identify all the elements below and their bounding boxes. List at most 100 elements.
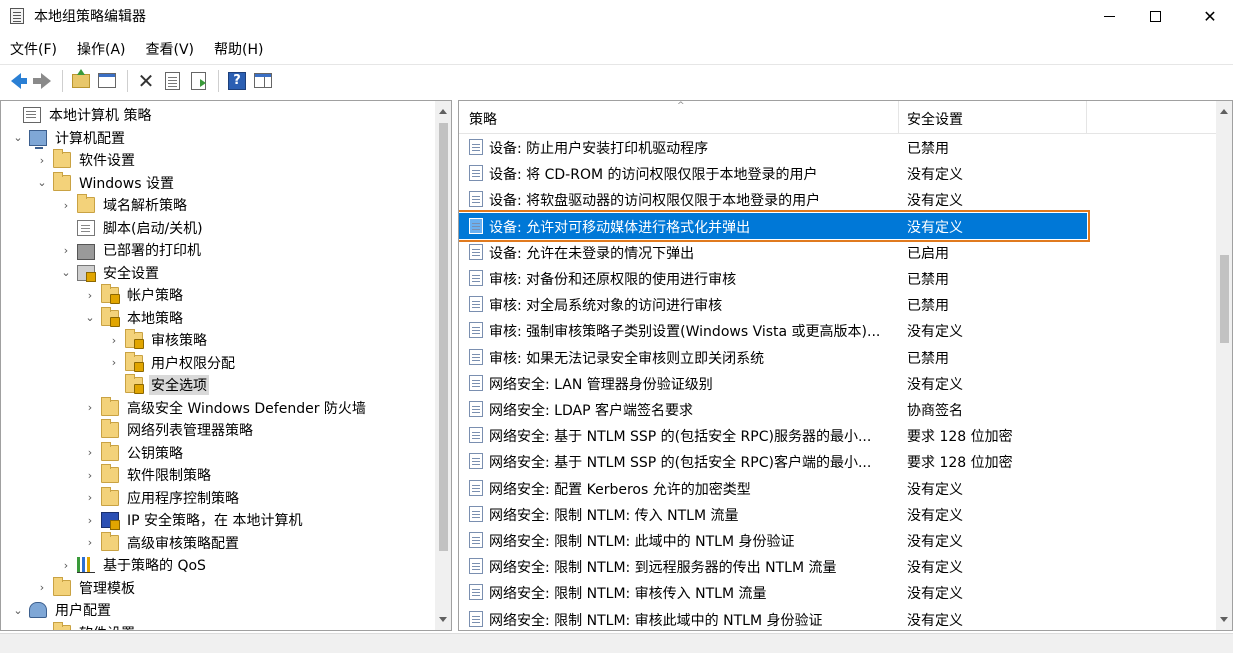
menu-action[interactable]: 操作(A) xyxy=(67,36,136,62)
tree-node[interactable]: › 已部署的打印机 xyxy=(1,239,431,261)
show-hide-tree-button[interactable] xyxy=(95,69,119,93)
tree-node[interactable]: › 管理模板 xyxy=(1,576,431,599)
chevron-right-icon[interactable]: › xyxy=(107,356,121,369)
list-vertical-scrollbar[interactable] xyxy=(1216,101,1232,630)
tree-vertical-scrollbar[interactable] xyxy=(435,101,451,630)
chevron-down-icon[interactable]: ⌄ xyxy=(35,176,49,189)
policy-row[interactable]: 设备: 允许在未登录的情况下弹出 已启用 xyxy=(459,239,1219,265)
delete-button[interactable]: ✕ xyxy=(134,69,158,93)
policy-setting-icon xyxy=(469,217,483,234)
tree-node[interactable]: 本地计算机 策略 xyxy=(1,104,431,126)
chevron-down-icon[interactable]: ⌄ xyxy=(11,131,25,144)
policy-row[interactable]: 网络安全: 限制 NTLM: 审核传入 NTLM 流量 没有定义 xyxy=(459,579,1219,605)
up-one-level-button[interactable] xyxy=(69,68,93,93)
tree-scroll-thumb[interactable] xyxy=(439,123,448,551)
toolbar: ✕ ? xyxy=(0,64,1233,96)
tree-node[interactable]: › IP 安全策略，在 本地计算机 xyxy=(1,509,431,531)
chevron-right-icon[interactable]: › xyxy=(35,154,49,167)
maximize-button[interactable] xyxy=(1132,0,1178,32)
chevron-down-icon[interactable]: ⌄ xyxy=(59,266,73,279)
tree-node[interactable]: › 帐户策略 xyxy=(1,284,431,306)
export-list-icon xyxy=(190,71,206,90)
close-button[interactable]: ✕ xyxy=(1187,0,1233,32)
tree-node[interactable]: › 高级审核策略配置 xyxy=(1,531,431,554)
chevron-down-icon[interactable]: ⌄ xyxy=(11,604,25,617)
chevron-right-icon[interactable]: › xyxy=(59,244,73,257)
tree-node[interactable]: › 审核策略 xyxy=(1,329,431,351)
column-header-security-setting[interactable]: 安全设置 xyxy=(907,109,963,129)
policy-security-setting: 已禁用 xyxy=(907,350,949,367)
menu-file[interactable]: 文件(F) xyxy=(0,36,67,62)
policy-row[interactable]: 设备: 将 CD-ROM 的访问权限仅限于本地登录的用户 没有定义 xyxy=(459,160,1219,186)
details-pane: ^ 策略 安全设置 设备: 防止用户安装打印机驱动程序 已禁用 设备: 将 CD-R… xyxy=(458,100,1233,631)
policy-row[interactable]: 网络安全: 限制 NTLM: 此域中的 NTLM 身份验证 没有定义 xyxy=(459,527,1219,553)
help-button[interactable]: ? xyxy=(225,69,249,93)
chevron-right-icon[interactable]: › xyxy=(59,559,73,572)
menu-view[interactable]: 查看(V) xyxy=(136,36,205,62)
tree-node[interactable]: › 用户权限分配 xyxy=(1,351,431,374)
tree-node[interactable]: 脚本(启动/关机) xyxy=(1,217,431,239)
menu-help[interactable]: 帮助(H) xyxy=(204,36,273,62)
tree-node[interactable]: › 应用程序控制策略 xyxy=(1,486,431,509)
policy-row[interactable]: 设备: 允许对可移动媒体进行格式化并弹出 没有定义 xyxy=(459,209,1090,242)
policy-row[interactable]: 网络安全: 基于 NTLM SSP 的(包括安全 RPC)服务器的最小... 要求… xyxy=(459,422,1219,448)
list-scroll-thumb[interactable] xyxy=(1220,255,1229,343)
policy-row[interactable]: 审核: 如果无法记录安全审核则立即关闭系统 已禁用 xyxy=(459,344,1219,370)
tree-node[interactable]: ⌄ 计算机配置 xyxy=(1,127,431,149)
policy-row[interactable]: 网络安全: LAN 管理器身份验证级别 没有定义 xyxy=(459,370,1219,396)
forward-button[interactable] xyxy=(30,69,54,93)
tree-node[interactable]: › 域名解析策略 xyxy=(1,194,431,216)
tree-node[interactable]: › 软件设置 xyxy=(1,149,431,171)
scroll-up-icon[interactable] xyxy=(439,109,447,114)
chevron-right-icon[interactable]: › xyxy=(83,514,97,527)
policy-row[interactable]: 审核: 对全局系统对象的访问进行审核 已禁用 xyxy=(459,291,1219,317)
console-tree[interactable]: 本地计算机 策略 ⌄ 计算机配置 › 软件设置 ⌄ Windows 设置 › 域名解析策略 脚本(… xyxy=(0,100,452,631)
tree-node[interactable]: › 基于策略的 QoS xyxy=(1,554,431,576)
minimize-button[interactable] xyxy=(1086,0,1132,32)
tree-node[interactable]: › 软件设置 xyxy=(1,621,431,630)
tree-node[interactable]: › 软件限制策略 xyxy=(1,464,431,486)
show-action-pane-button[interactable] xyxy=(251,69,275,93)
policy-row[interactable]: 审核: 强制审核策略子类别设置(Windows Vista 或更高版本)... 没… xyxy=(459,317,1219,343)
chevron-down-icon[interactable]: ⌄ xyxy=(83,311,97,324)
chevron-right-icon[interactable]: › xyxy=(83,401,97,414)
policy-setting-icon xyxy=(469,479,483,496)
policy-row[interactable]: 网络安全: 基于 NTLM SSP 的(包括安全 RPC)客户端的最小... 要求… xyxy=(459,448,1219,474)
export-list-button[interactable] xyxy=(186,69,210,93)
tree-node[interactable]: › 公钥策略 xyxy=(1,441,431,464)
column-divider[interactable] xyxy=(898,101,899,134)
tree-node-label: IP 安全策略，在 本地计算机 xyxy=(127,513,303,529)
chevron-right-icon[interactable]: › xyxy=(83,446,97,459)
policy-row[interactable]: 审核: 对备份和还原权限的使用进行审核 已禁用 xyxy=(459,265,1219,291)
tree-node[interactable]: › 高级安全 Windows Defender 防火墙 xyxy=(1,396,431,419)
column-header-policy[interactable]: 策略 xyxy=(469,109,497,129)
chevron-right-icon[interactable]: › xyxy=(83,536,97,549)
policy-row[interactable]: 设备: 将软盘驱动器的访问权限仅限于本地登录的用户 没有定义 xyxy=(459,186,1219,212)
policy-row[interactable]: 设备: 防止用户安装打印机驱动程序 已禁用 xyxy=(459,134,1219,160)
chevron-right-icon[interactable]: › xyxy=(83,491,97,504)
tree-node[interactable]: ⌄ 用户配置 xyxy=(1,599,431,621)
policy-row[interactable]: 网络安全: LDAP 客户端签名要求 协商签名 xyxy=(459,396,1219,422)
policy-row[interactable]: 网络安全: 限制 NTLM: 传入 NTLM 流量 没有定义 xyxy=(459,501,1219,527)
tree-node[interactable]: 安全选项 xyxy=(1,374,431,396)
properties-button[interactable] xyxy=(160,69,184,93)
chevron-right-icon[interactable]: › xyxy=(59,199,73,212)
chevron-right-icon[interactable]: › xyxy=(107,334,121,347)
scroll-down-icon[interactable] xyxy=(439,617,447,622)
chevron-right-icon[interactable]: › xyxy=(35,581,49,594)
policy-name: 网络安全: 限制 NTLM: 此域中的 NTLM 身份验证 xyxy=(489,534,795,550)
policy-row[interactable]: 网络安全: 配置 Kerberos 允许的加密类型 没有定义 xyxy=(459,475,1219,501)
chevron-right-icon[interactable]: › xyxy=(35,626,49,630)
tree-node[interactable]: ⌄ 安全设置 xyxy=(1,262,431,284)
chevron-right-icon[interactable]: › xyxy=(83,469,97,482)
column-divider[interactable] xyxy=(1086,101,1087,134)
policy-row[interactable]: 网络安全: 限制 NTLM: 到远程服务器的传出 NTLM 流量 没有定义 xyxy=(459,553,1219,579)
back-button[interactable] xyxy=(4,69,28,93)
tree-node[interactable]: ⌄ 本地策略 xyxy=(1,306,431,329)
tree-node[interactable]: ⌄ Windows 设置 xyxy=(1,171,431,194)
scroll-up-icon[interactable] xyxy=(1220,109,1228,114)
scroll-down-icon[interactable] xyxy=(1220,617,1228,622)
chevron-right-icon[interactable]: › xyxy=(83,289,97,302)
tree-node[interactable]: 网络列表管理器策略 xyxy=(1,419,431,441)
policy-row[interactable]: 网络安全: 限制 NTLM: 审核此域中的 NTLM 身份验证 没有定义 xyxy=(459,606,1219,630)
